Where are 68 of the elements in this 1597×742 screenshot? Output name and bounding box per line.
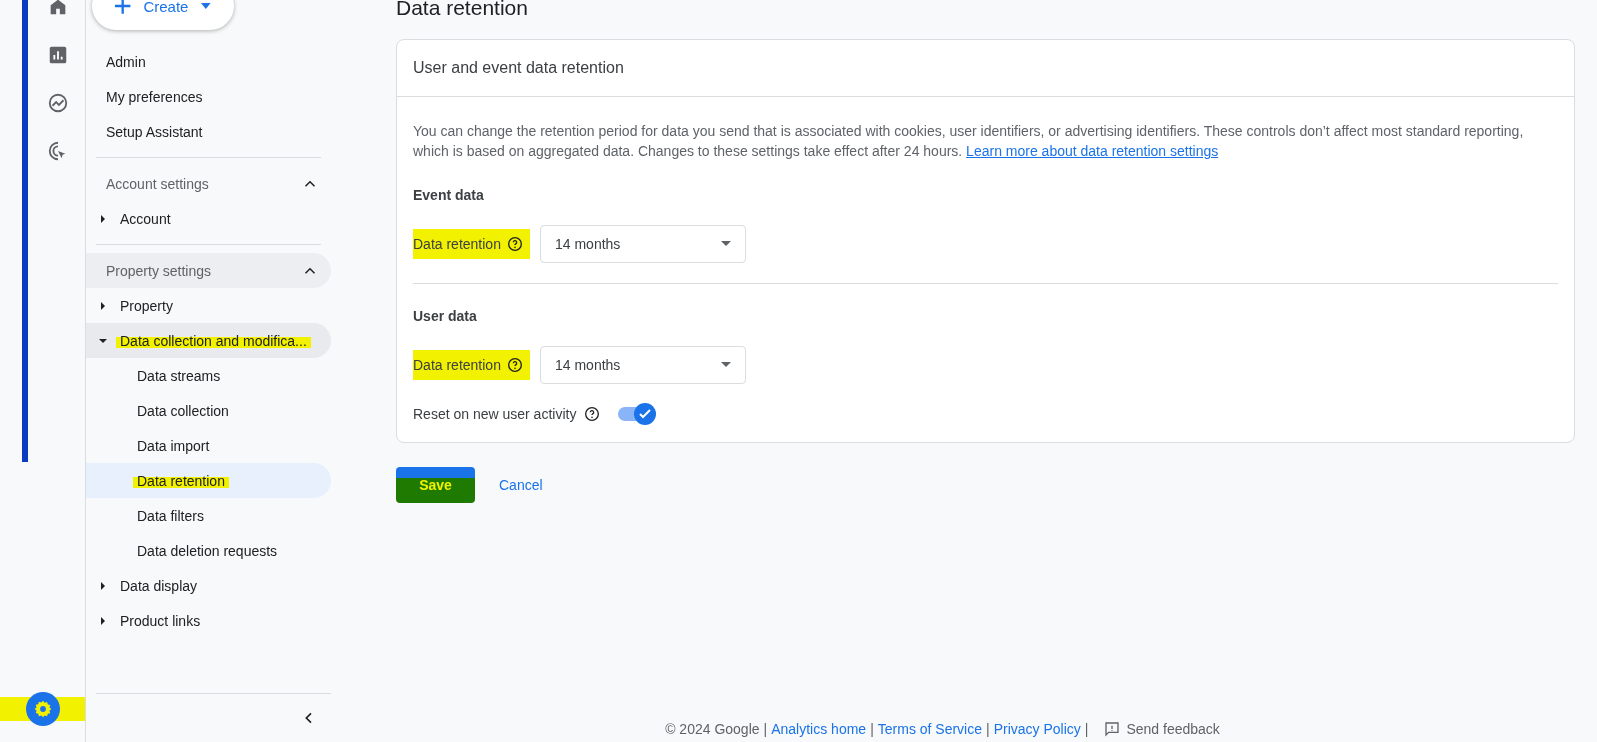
nav-item[interactable]: Data filters — [86, 498, 331, 533]
separator: | — [763, 721, 768, 737]
nav-item[interactable]: Data streams — [86, 358, 331, 393]
nav-label: Data retention — [133, 472, 229, 489]
nav-label: Data collection and modifica... — [116, 332, 311, 349]
toggle-label: Reset on new user activity — [413, 406, 577, 422]
nav-item[interactable]: Data import — [86, 428, 331, 463]
cancel-button[interactable]: Cancel — [493, 476, 549, 494]
settings-icon — [32, 699, 53, 719]
caret-right-icon[interactable] — [98, 300, 108, 311]
nav-label: Data filters — [137, 507, 204, 524]
card-title: User and event data retention — [413, 59, 624, 77]
nav-item[interactable]: Product links — [86, 603, 331, 638]
section-title: Property settings — [106, 262, 212, 279]
nav-label: Data import — [137, 437, 210, 454]
caret-right-icon[interactable] — [98, 580, 108, 591]
save-button[interactable]: Save — [396, 467, 475, 503]
nav-item[interactable]: Data retention — [86, 463, 331, 498]
learn-more-link[interactable]: Learn more about data retention settings — [966, 143, 1219, 159]
separator: | — [1084, 721, 1089, 737]
settings-button[interactable] — [25, 692, 60, 726]
nav-label: Product links — [120, 612, 201, 629]
caret-right-icon[interactable] — [98, 213, 108, 224]
feedback-icon — [1104, 721, 1121, 737]
nav-label: Data streams — [137, 367, 221, 384]
check-icon — [638, 407, 653, 421]
footer-link[interactable]: Analytics home — [771, 721, 867, 737]
field-label: Data retention — [413, 357, 501, 373]
nav-item[interactable]: Data collection and modifica... — [86, 323, 331, 358]
nav-label: Data display — [120, 577, 198, 594]
nav-item[interactable]: Property — [86, 288, 331, 323]
nav-label: Data deletion requests — [137, 542, 278, 559]
separator: | — [870, 721, 874, 737]
nav-item[interactable]: Admin — [86, 44, 331, 79]
nav-item[interactable]: Account — [86, 201, 331, 236]
create-button[interactable]: Create — [92, 0, 234, 30]
retention-select[interactable]: 14 months — [540, 346, 746, 384]
plus-icon — [114, 0, 132, 15]
section-header[interactable]: Property settings — [86, 253, 331, 288]
send-feedback-button[interactable]: Send feedback — [1098, 720, 1226, 738]
nav-item[interactable]: Data collection — [86, 393, 331, 428]
caret-down-icon — [200, 2, 212, 10]
footer-link[interactable]: Terms of Service — [877, 721, 982, 737]
caret-right-icon[interactable] — [98, 615, 108, 626]
separator: | — [986, 721, 990, 737]
help-icon[interactable] — [506, 236, 523, 252]
nav-label: Account — [120, 210, 171, 227]
field-label: Data retention — [413, 236, 501, 252]
copyright-text: © 2024 Google — [665, 721, 760, 737]
caret-down-icon — [721, 362, 731, 368]
section-title: Account settings — [106, 175, 209, 192]
footer-link[interactable]: Privacy Policy — [993, 721, 1081, 737]
nav-label: Property — [120, 297, 173, 314]
help-icon[interactable] — [584, 406, 601, 422]
group-heading: Event data — [413, 187, 485, 203]
caret-down-icon — [721, 241, 731, 247]
help-icon[interactable] — [506, 357, 523, 373]
nav-item[interactable]: Data deletion requests — [86, 533, 331, 568]
group-heading: User data — [413, 308, 478, 324]
nav-item[interactable]: Setup Assistant — [86, 114, 331, 149]
trend-circle-icon[interactable] — [46, 92, 69, 114]
nav-item[interactable]: My preferences — [86, 79, 331, 114]
nav-item[interactable]: Data display — [86, 568, 331, 603]
nav-label: Data collection — [137, 402, 229, 419]
page-title: Data retention — [396, 0, 529, 21]
description-text: You can change the retention period for data you send that is associated with cookies, user identifiers, or advertising identifiers. These controls don’t affect most standard reporting, which is based on aggregated data. Changes to these settings take effect after 24 hours. Learn more about data retention settings — [413, 122, 1525, 161]
retention-select[interactable]: 14 months — [540, 225, 746, 263]
section-header[interactable]: Account settings — [86, 166, 331, 201]
